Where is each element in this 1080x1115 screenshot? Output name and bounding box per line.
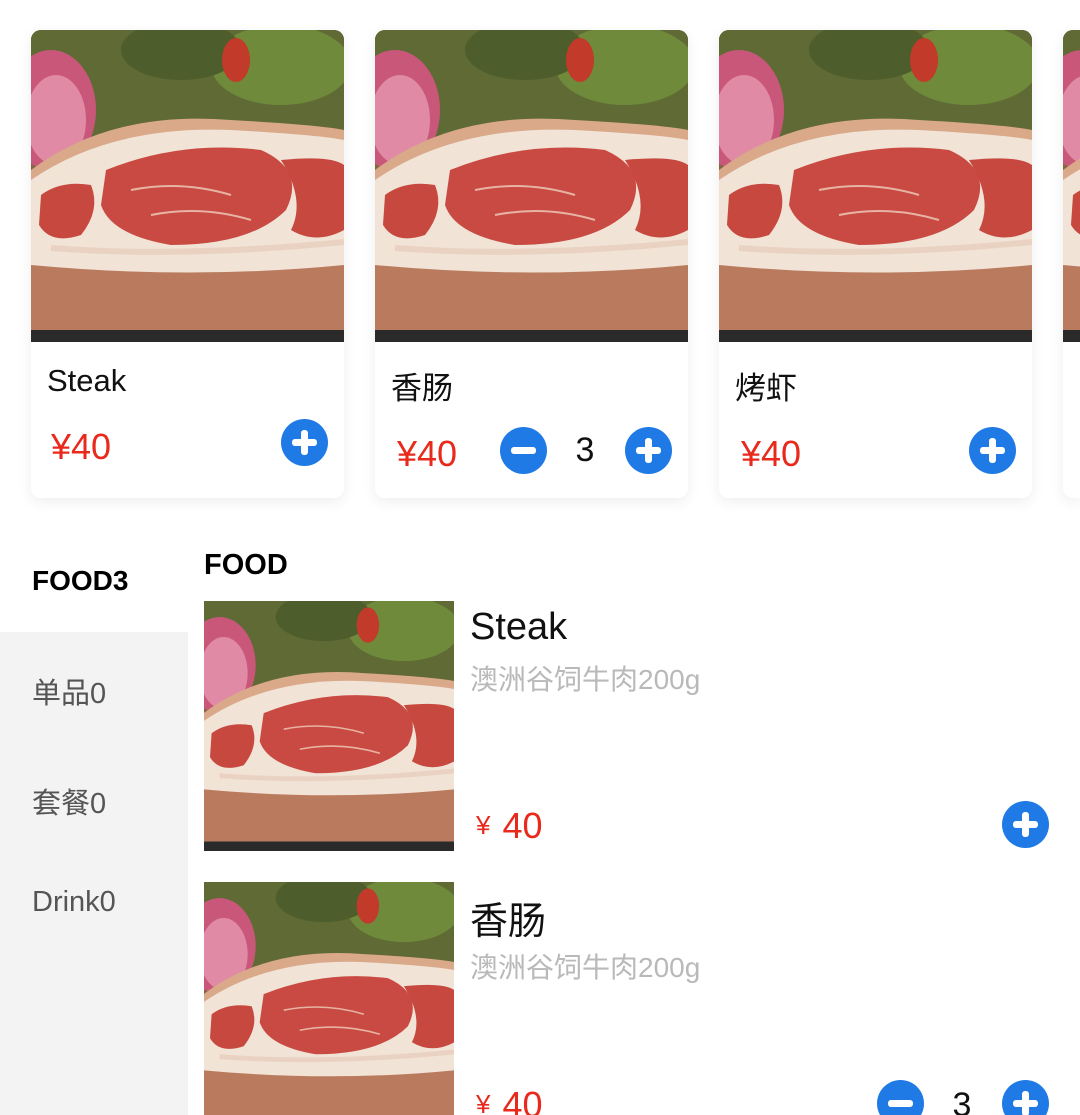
product-name: 烤虾 bbox=[735, 371, 797, 406]
plus-circle-icon[interactable] bbox=[969, 427, 1016, 474]
steak-photo bbox=[204, 601, 454, 851]
product-name: 香肠 bbox=[391, 371, 453, 406]
product-card[interactable]: 烤虾 ¥40 bbox=[719, 30, 1032, 498]
price-value: 40 bbox=[502, 1084, 543, 1115]
quantity-value: 3 bbox=[575, 431, 595, 469]
steak-photo bbox=[719, 30, 1032, 342]
product-price: ¥40 bbox=[741, 433, 802, 474]
steak-photo bbox=[31, 30, 344, 342]
product-card[interactable]: Steak ¥40 bbox=[31, 30, 344, 498]
item-price: ¥40 bbox=[476, 805, 543, 847]
steak-photo bbox=[375, 30, 688, 342]
sidebar-item-drink[interactable]: Drink0 bbox=[0, 886, 188, 919]
product-price: ¥40 bbox=[51, 426, 112, 467]
section-title: FOOD bbox=[204, 549, 288, 581]
item-name: Steak bbox=[470, 606, 568, 648]
sidebar-item-single[interactable]: 单品0 bbox=[0, 670, 188, 712]
category-sidebar: FOOD3 单品0 套餐0 Drink0 bbox=[0, 530, 188, 1115]
sidebar-item-combo[interactable]: 套餐0 bbox=[0, 780, 188, 822]
currency-symbol: ¥ bbox=[476, 810, 491, 840]
currency-symbol: ¥ bbox=[476, 1089, 491, 1115]
plus-circle-icon[interactable] bbox=[1002, 1080, 1049, 1115]
minus-circle-icon[interactable] bbox=[500, 427, 547, 474]
sidebar-item-food[interactable]: FOOD3 bbox=[0, 530, 188, 632]
plus-circle-icon[interactable] bbox=[281, 419, 328, 466]
item-name: 香肠 bbox=[470, 901, 547, 943]
item-price: ¥40 bbox=[476, 1084, 543, 1115]
minus-circle-icon[interactable] bbox=[877, 1080, 924, 1115]
item-description: 澳洲谷饲牛肉200g bbox=[470, 952, 701, 983]
plus-circle-icon[interactable] bbox=[1002, 801, 1049, 848]
product-name: Steak bbox=[47, 363, 127, 398]
price-value: 40 bbox=[502, 805, 543, 846]
product-price: ¥40 bbox=[397, 433, 458, 474]
steak-photo bbox=[1063, 30, 1080, 342]
plus-circle-icon[interactable] bbox=[625, 427, 672, 474]
steak-photo bbox=[204, 882, 454, 1115]
product-card-partial[interactable] bbox=[1063, 30, 1080, 498]
product-card[interactable]: 香肠 ¥40 3 bbox=[375, 30, 688, 498]
item-description: 澳洲谷饲牛肉200g bbox=[470, 664, 701, 695]
quantity-value: 3 bbox=[952, 1086, 972, 1115]
